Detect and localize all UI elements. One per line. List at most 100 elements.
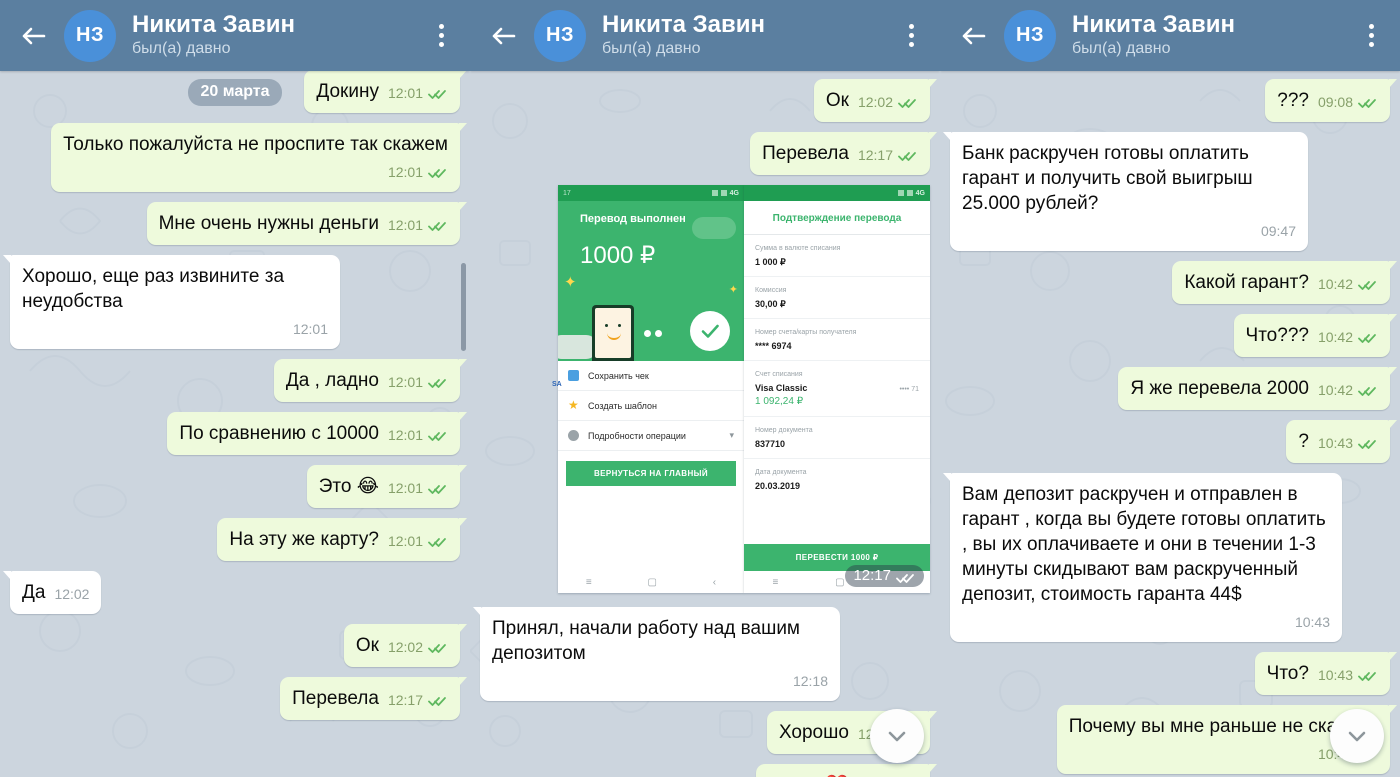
message-bubble-incoming[interactable]: Да 12:02	[2, 571, 102, 614]
transfer-screenshot-attachment[interactable]: 17 4G ✦ ✦ Перевод выполнен 1000 ₽ Сохран…	[552, 185, 930, 593]
message-time: 12:17	[857, 147, 893, 163]
message-bubble-outgoing[interactable]: Это 😂 12:01	[306, 465, 468, 508]
message-row: 17 4G ✦ ✦ Перевод выполнен 1000 ₽ Сохран…	[480, 185, 930, 593]
success-hero: ✦ ✦ Перевод выполнен 1000 ₽	[558, 201, 744, 361]
action-label: Сохранить чек	[588, 370, 649, 381]
message-row: По сравнению с 10000 12:01	[10, 412, 467, 455]
message-bubble-outgoing[interactable]: Докину 12:01	[304, 71, 467, 113]
chat-header: НЗ Никита Завин был(а) давно	[470, 0, 940, 71]
statusbar-icons: 4G	[711, 190, 739, 197]
receipt-icon	[568, 370, 579, 381]
message-bubble-outgoing[interactable]: ? 10:43	[1286, 420, 1397, 463]
chat-body-left: 20 марта Докину 12:01 Только пожалуйста н…	[0, 71, 470, 777]
message-time: 12:02	[857, 94, 893, 110]
message-row: Удачи ❤️12:18	[480, 764, 938, 777]
mascot-face	[595, 308, 631, 358]
message-time: 12:01	[387, 427, 423, 443]
message-row: Банк раскручен готовы оплатить гарант и …	[943, 132, 1390, 251]
message-row: Принял, начали работу над вашим депозито…	[473, 607, 930, 701]
back-arrow-icon[interactable]	[956, 19, 990, 53]
chat-body-middle: Ок 12:02 Перевела 12:17 17 4G ✦ ✦ Перево…	[470, 71, 940, 777]
scroll-to-bottom-button[interactable]	[1330, 709, 1384, 763]
message-bubble-outgoing[interactable]: ??? 09:08	[1265, 79, 1397, 122]
recents-icon[interactable]: ≡	[772, 577, 778, 588]
message-bubble-outgoing[interactable]: Да , ладно 12:01	[273, 359, 468, 402]
message-text: Вам депозит раскручен и отправлен в гара…	[962, 484, 1326, 605]
kebab-menu-icon[interactable]	[1356, 19, 1386, 53]
message-text: Хорошо, еще раз извините за неудобства	[22, 266, 285, 312]
message-time: 10:43	[1294, 614, 1330, 630]
phone-statusbar: 4G	[744, 185, 930, 201]
back-arrow-icon[interactable]	[16, 19, 50, 53]
action-row-operation-details[interactable]: Подробности операции ▾	[558, 421, 744, 451]
message-bubble-outgoing[interactable]: Перевела 12:17	[750, 132, 937, 175]
screenshot-collage: НЗ Никита Завин был(а) давно 20 марта До…	[0, 0, 1400, 777]
message-bubble-incoming[interactable]: Банк раскручен готовы оплатить гарант и …	[943, 132, 1308, 251]
action-row-save-receipt[interactable]: Сохранить чек	[558, 361, 744, 391]
statusbar-icons: 4G	[897, 190, 925, 197]
statusbar-time: 17	[563, 189, 571, 197]
message-bubble-incoming[interactable]: Вам депозит раскручен и отправлен в гара…	[943, 473, 1342, 642]
message-bubble-outgoing[interactable]: Перевела 12:17	[280, 677, 467, 720]
home-icon[interactable]: ▢	[835, 577, 844, 588]
contact-name: Никита Завин	[132, 11, 296, 38]
message-time: 12:01	[387, 374, 423, 390]
confirm-field-recipient: Номер счета/карты получателя **** 6974	[744, 319, 930, 361]
home-icon[interactable]: ▢	[648, 577, 657, 588]
attachment-timestamp: 12:17	[845, 565, 924, 587]
message-bubble-outgoing[interactable]: Удачи ❤️12:18	[755, 764, 938, 777]
message-bubble-outgoing[interactable]: Ок 12:02	[813, 79, 938, 122]
read-ticks-icon	[428, 167, 448, 179]
read-ticks-icon	[428, 483, 448, 495]
message-time: 09:47	[1260, 223, 1296, 239]
message-text: Только пожалуйста не проспите так скажем	[63, 134, 448, 155]
message-bubble-outgoing[interactable]: На эту же карту? 12:01	[217, 518, 467, 561]
message-bubble-outgoing[interactable]: Только пожалуйста не проспите так скажем…	[51, 123, 467, 192]
avatar[interactable]: НЗ	[1004, 9, 1056, 62]
field-label: Счет списания	[755, 371, 803, 378]
message-bubble-incoming[interactable]: Принял, начали работу над вашим депозито…	[473, 607, 840, 701]
message-bubble-outgoing[interactable]: По сравнению с 10000 12:01	[167, 412, 467, 455]
sparkle-icon: ✦	[564, 274, 577, 291]
read-ticks-icon	[898, 150, 918, 162]
kebab-menu-icon[interactable]	[426, 19, 456, 53]
read-ticks-icon	[896, 572, 916, 584]
message-row: ??? 09:08	[950, 79, 1397, 122]
scroll-to-bottom-button[interactable]	[870, 709, 924, 763]
recents-icon[interactable]: ≡	[586, 577, 592, 588]
message-bubble-outgoing[interactable]: Что? 10:43	[1254, 652, 1398, 695]
message-bubble-incoming[interactable]: Хорошо, еще раз извините за неудобства 1…	[3, 255, 340, 349]
message-row: Ок 12:02	[10, 624, 468, 667]
message-text: Что?	[1266, 663, 1309, 684]
kebab-menu-icon[interactable]	[896, 19, 926, 53]
contact-name: Никита Завин	[1072, 11, 1236, 38]
message-row: Я же перевела 2000 10:42	[950, 367, 1397, 410]
message-bubble-outgoing[interactable]: Мне очень нужны деньги 12:01	[146, 202, 468, 245]
message-bubble-outgoing[interactable]: Я же перевела 2000 10:42	[1118, 367, 1397, 410]
field-label: Номер счета/карты получателя	[755, 329, 857, 336]
message-meta: 12:02	[54, 582, 89, 607]
back-to-main-button[interactable]: ВЕРНУТЬСЯ НА ГЛАВНЫЙ	[566, 461, 736, 486]
chat-panel-left: НЗ Никита Завин был(а) давно 20 марта До…	[0, 0, 470, 777]
back-icon[interactable]: ‹	[713, 577, 716, 588]
message-time: 12:18	[792, 673, 828, 689]
confirm-field-commission: Комиссия 30,00 ₽	[744, 277, 930, 319]
message-text: ?	[1298, 431, 1309, 452]
back-arrow-icon[interactable]	[486, 19, 520, 53]
message-bubble-outgoing[interactable]: Что??? 10:42	[1233, 314, 1398, 357]
confirm-field-source-account: Счет списания Visa Classic •••• 71 1 092…	[744, 361, 930, 417]
message-time: 10:42	[1317, 276, 1353, 292]
message-bubble-outgoing[interactable]: Какой гарант? 10:42	[1172, 261, 1397, 304]
message-row: Почему вы мне раньше не сказали 10:44	[950, 705, 1398, 774]
avatar[interactable]: НЗ	[64, 9, 116, 62]
scrollbar-thumb[interactable]	[461, 263, 466, 351]
message-meta: 12:01	[22, 317, 328, 342]
avatar[interactable]: НЗ	[534, 9, 586, 62]
message-bubble-outgoing[interactable]: Ок 12:02	[343, 624, 468, 667]
avatar-initials: НЗ	[546, 24, 574, 46]
action-row-create-template[interactable]: ★ Создать шаблон	[558, 391, 744, 421]
message-meta: 09:08	[1318, 90, 1378, 115]
message-text: ???	[1277, 90, 1309, 111]
mascot-eye	[618, 324, 621, 327]
success-actions-list: Сохранить чек ★ Создать шаблон Подробнос…	[558, 361, 744, 451]
